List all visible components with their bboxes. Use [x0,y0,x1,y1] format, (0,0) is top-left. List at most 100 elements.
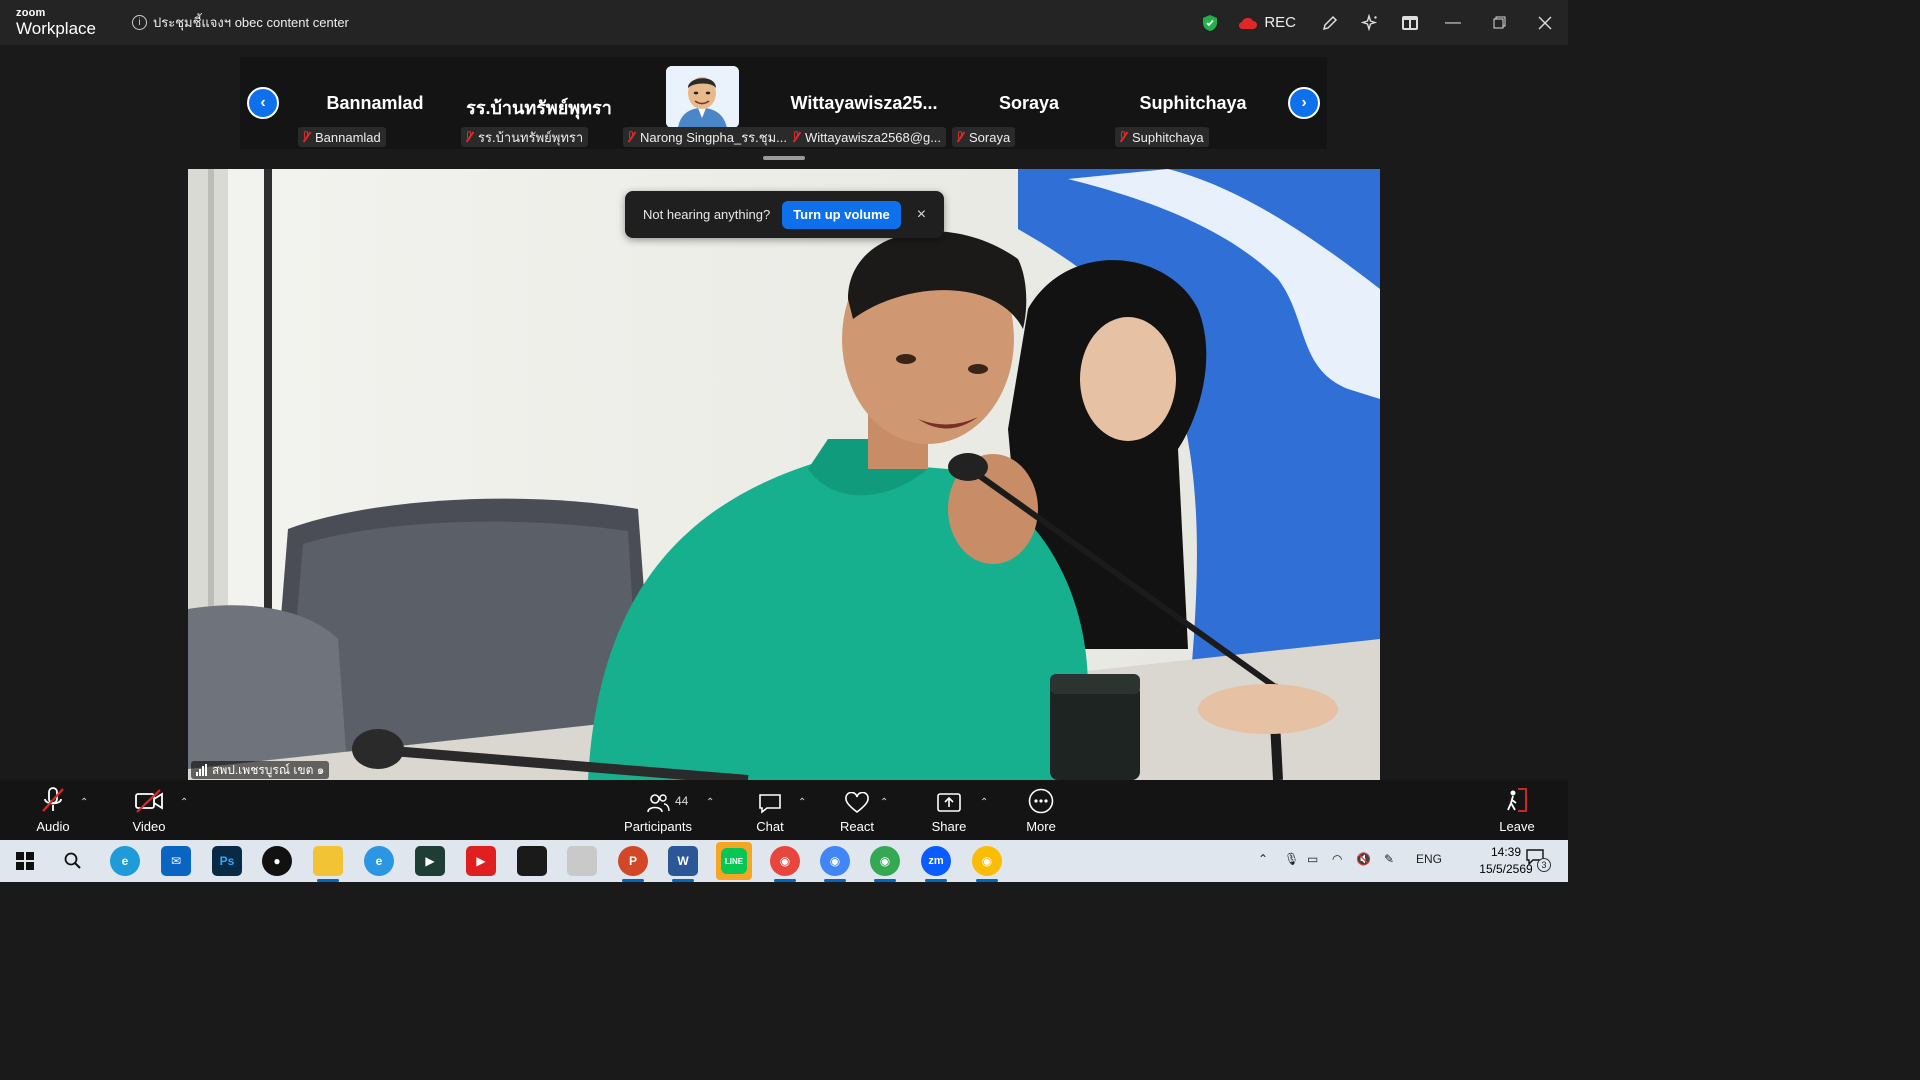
internet-explorer-icon[interactable]: e [364,846,394,876]
video-button[interactable]: Video [124,780,174,840]
mic-muted-icon [464,130,474,144]
file-explorer-icon[interactable] [313,846,343,876]
search-icon[interactable] [58,846,88,876]
participant-tile[interactable]: รร.บ้านทรัพย์พุทรา รร.บ้านทรัพย์พุทรา [459,57,619,149]
tray-overflow-chevron-icon[interactable]: ⌃ [1258,852,1268,866]
chrome-icon[interactable]: ◉ [972,846,1002,876]
participant-label-text: Bannamlad [315,129,381,145]
leave-door-icon [1494,780,1540,814]
toast-close-button[interactable]: × [917,206,926,224]
participants-button[interactable]: Participants [620,780,696,840]
audio-options-caret[interactable]: ⌃ [80,797,88,808]
video-label: Video [132,819,166,834]
powerpoint-icon[interactable]: P [618,846,648,876]
audio-button[interactable]: Audio [28,780,78,840]
speaker-name: สพป.เพชรบูรณ์ เขต ๑ [212,762,325,777]
participant-name: Bannamlad [326,93,424,113]
participant-tile[interactable]: Wittayawisza25... Wittayawisza2568@g... [786,57,947,149]
participant-name: Soraya [998,93,1060,113]
strip-next-button[interactable]: › [1288,87,1320,119]
brand-zoom: zoom [16,7,46,19]
powerpoint-active-indicator [622,879,644,882]
meeting-info[interactable]: i ประชุมชี้แจงฯ obec content center [132,12,349,33]
video-options-caret[interactable]: ⌃ [180,797,188,808]
pen-tray-icon[interactable]: ✎ [1384,852,1394,866]
annotate-pen-icon[interactable] [1310,0,1350,45]
leave-button[interactable]: Leave [1494,780,1540,840]
line-icon: LINE [721,848,747,874]
chat-icon [748,780,792,814]
leave-label: Leave [1499,819,1535,834]
mic-muted-icon [955,130,965,144]
react-button[interactable]: React [834,780,880,840]
share-options-caret[interactable]: ⌃ [980,797,988,808]
participant-label-text: Wittayawisza2568@g... [805,129,942,145]
language-indicator[interactable]: ENG [1416,852,1442,866]
participants-label: Participants [624,819,692,834]
wifi-icon[interactable]: ◠ [1332,852,1342,866]
toast-message: Not hearing anything? [643,207,771,222]
battery-icon[interactable]: ▭ [1307,852,1318,866]
mic-muted-icon [28,780,78,814]
mic-muted-icon [301,130,311,144]
mic-muted-icon [626,130,636,144]
turn-up-volume-button[interactable]: Turn up volume [782,200,901,229]
record-button[interactable]: REC [1238,14,1296,31]
strip-prev-button[interactable]: ‹ [247,87,279,119]
participant-label-text: Soraya [969,129,1011,145]
meeting-toolbar: Audio ⌃ Video ⌃ Participants 44 ⌃ Chat ⌃… [0,780,1568,840]
video-off-icon [124,780,174,814]
apps-grid-icon[interactable] [1390,0,1430,45]
share-screen-icon [926,780,972,814]
chrome-icon[interactable]: ◉ [770,846,800,876]
participant-tile[interactable]: Soraya Soraya [950,57,1108,149]
zoom-logo: zoom Workplace [16,7,96,38]
notification-icon[interactable]: 3 [1526,849,1551,872]
chat-button[interactable]: Chat [748,780,792,840]
windows-start-icon[interactable] [10,846,40,876]
participant-label: รร.บ้านทรัพย์พุทรา [461,127,589,147]
mail-icon[interactable]: ✉ [161,846,191,876]
ai-companion-sparkle-icon[interactable] [1350,0,1390,45]
line-app-highlight[interactable]: LINE [716,842,752,880]
chat-options-caret[interactable]: ⌃ [798,797,806,808]
kinemaster-icon[interactable]: ▶ [415,846,445,876]
more-button[interactable]: More [1018,780,1064,840]
photoshop-icon[interactable]: Ps [212,846,242,876]
react-options-caret[interactable]: ⌃ [880,797,888,808]
paint-icon[interactable] [567,846,597,876]
participant-label-text: รร.บ้านทรัพย์พุทรา [478,129,584,145]
participant-name: Wittayawisza25... [790,93,938,113]
participant-avatar [666,66,739,128]
close-window-button[interactable] [1522,0,1568,45]
participants-count: 44 [675,794,689,808]
cloud-icon [1239,17,1258,29]
participant-label: Narong Singpha_รร.ชุม... [623,127,792,147]
volume-muted-icon[interactable]: 🔇 [1356,852,1371,866]
share-button[interactable]: Share [926,780,972,840]
edge-icon[interactable]: e [110,846,140,876]
windows-taskbar: e ✉ Ps ● e ▶ ▶ P W LINE ◉ ◉ ◉ zm ◉ ⌃ 🎙 ▭… [0,840,1568,882]
chrome-icon[interactable]: ◉ [820,846,850,876]
sticky-notes-icon[interactable] [517,846,547,876]
chrome-active-indicator [774,879,796,882]
info-icon[interactable]: i [132,15,147,30]
participant-label-text: Suphitchaya [1132,129,1204,145]
youtube-icon[interactable]: ▶ [466,846,496,876]
participant-label: Suphitchaya [1115,127,1209,147]
shield-icon[interactable] [1190,0,1230,45]
chrome-icon[interactable]: ◉ [870,846,900,876]
zoom-icon[interactable]: zm [921,846,951,876]
participant-tile[interactable]: Bannamlad Bannamlad [296,57,454,149]
active-speaker-video [188,169,1380,780]
audio-hint-toast: Not hearing anything? Turn up volume × [625,191,944,238]
microphone-tray-icon[interactable]: 🎙 [1284,852,1299,866]
participants-options-caret[interactable]: ⌃ [706,797,714,808]
word-icon[interactable]: W [668,846,698,876]
restore-button[interactable] [1476,0,1522,45]
strip-scroll-indicator[interactable] [763,156,805,160]
minimize-button[interactable]: — [1430,0,1476,45]
participant-tile[interactable]: Suphitchaya Suphitchaya [1113,57,1273,149]
maps-pin-icon[interactable]: ● [262,846,292,876]
word-active-indicator [672,879,694,882]
